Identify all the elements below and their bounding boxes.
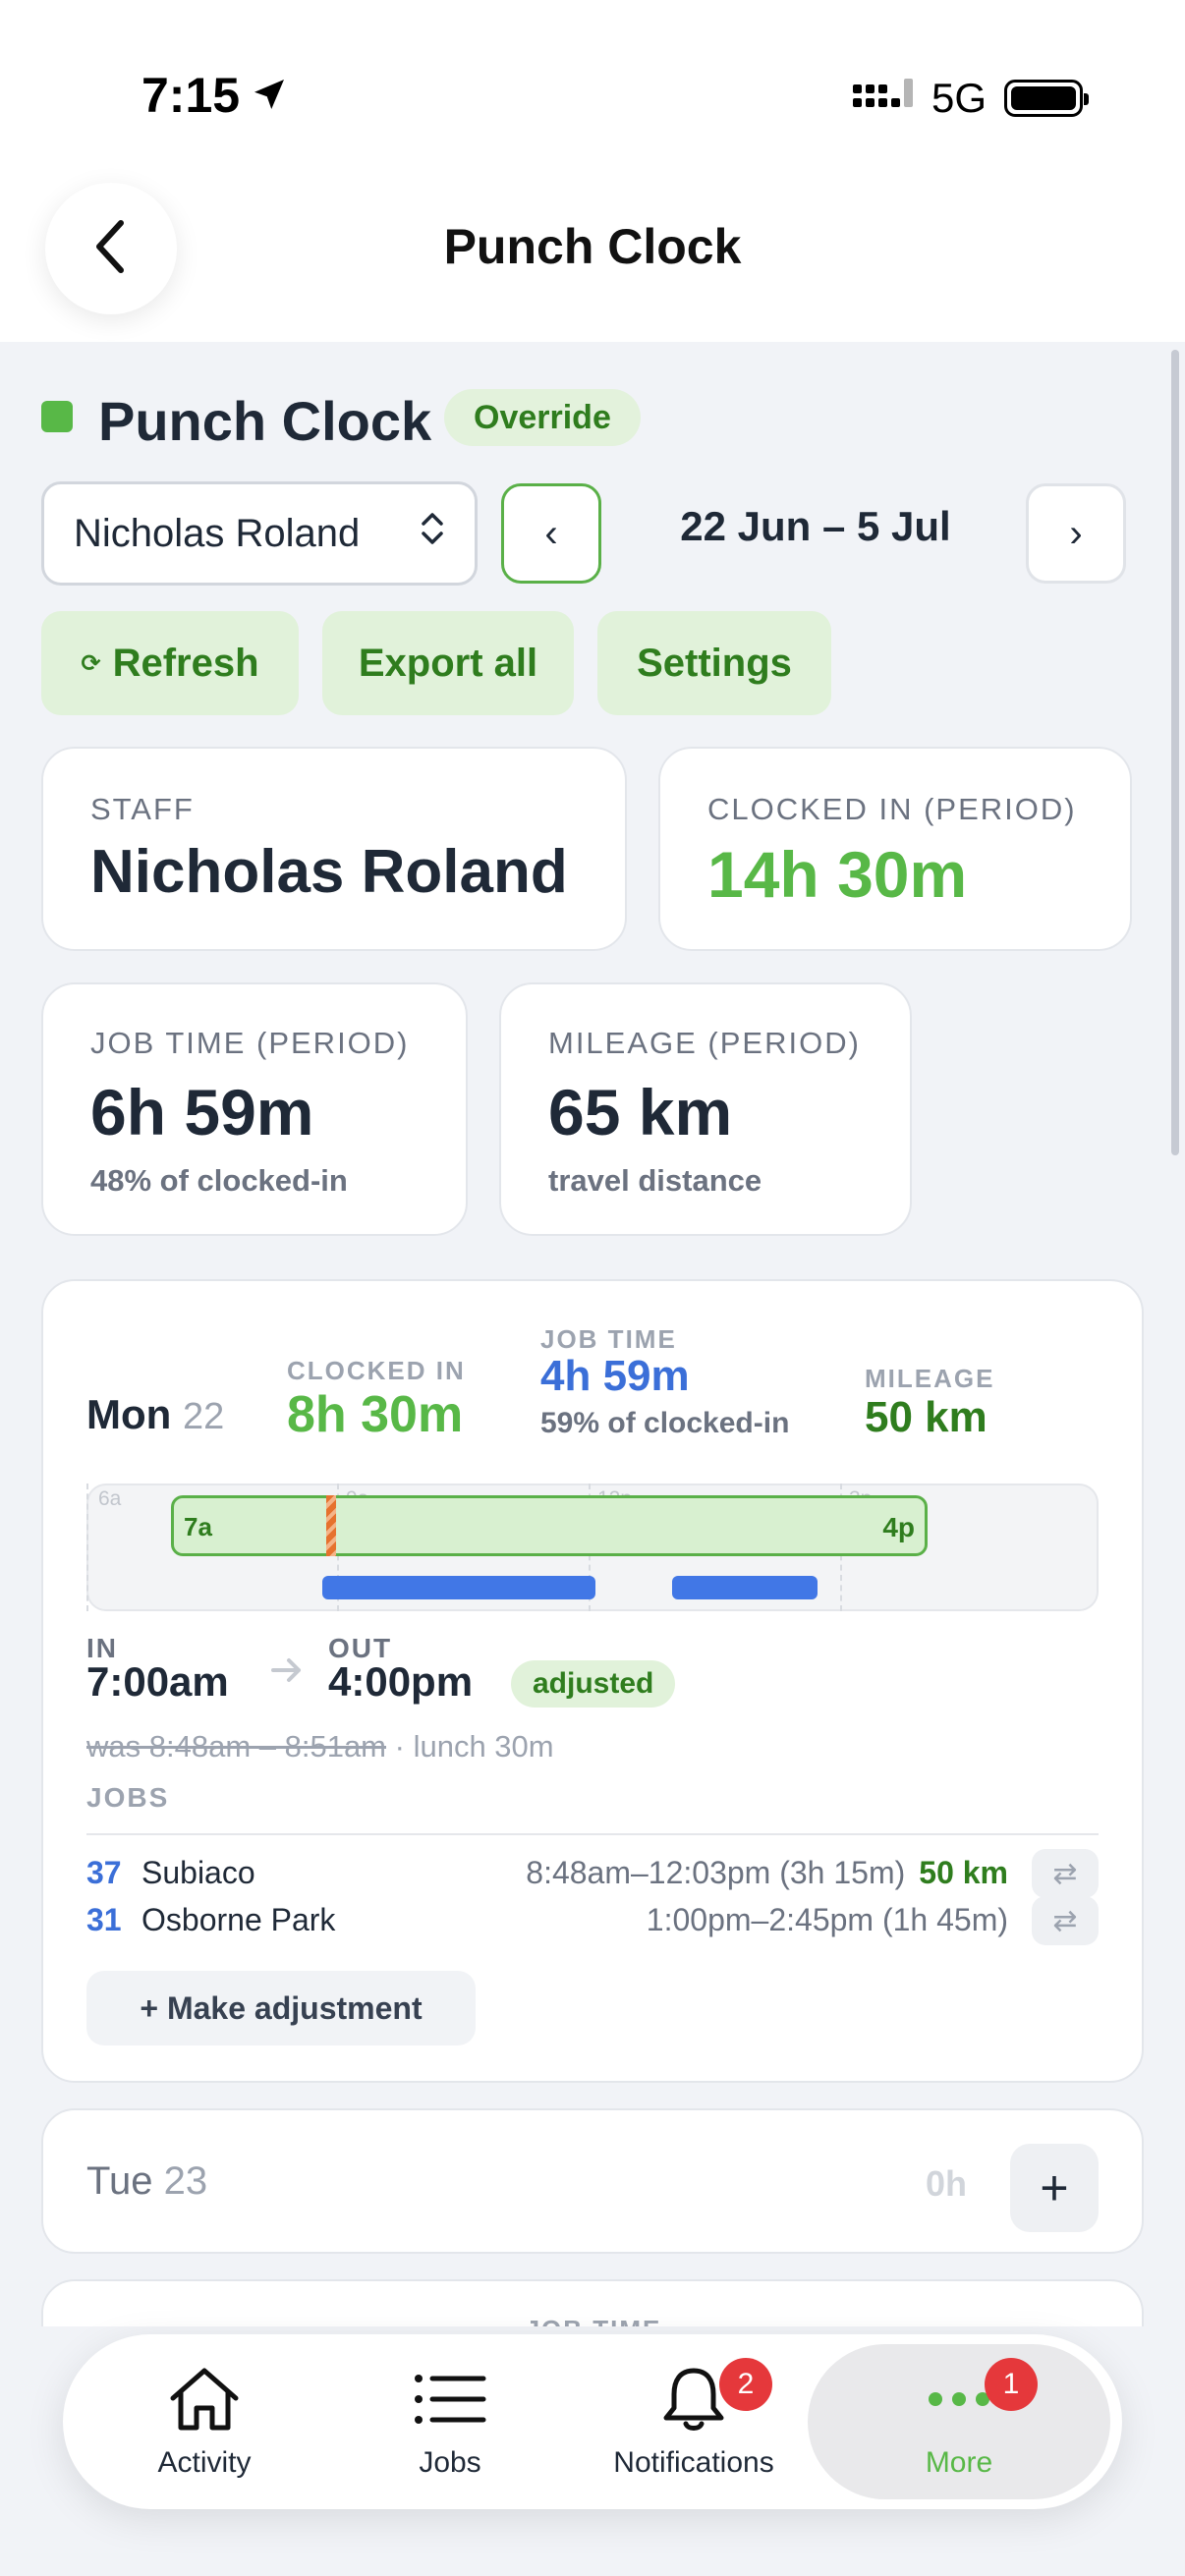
shift-end-label: 4p [882, 1512, 915, 1542]
timeline-job-bar[interactable] [322, 1576, 595, 1599]
arrow-right-icon [267, 1651, 307, 1695]
day-card-tue[interactable]: Tue 23 0h + [41, 2108, 1144, 2254]
job-time-card-value: 6h 59m [90, 1076, 314, 1148]
more-badge: 1 [985, 2358, 1038, 2411]
lunch-info: · lunch 30m [394, 1729, 554, 1764]
out-value: 4:00pm [328, 1658, 474, 1705]
page-title: Punch Clock [98, 390, 432, 452]
day-name: Tue 23 [86, 2159, 208, 2203]
tab-more[interactable]: More 1 [808, 2344, 1110, 2499]
job-row[interactable]: 31 Osborne Park 1:00pm–2:45pm (1h 45m) ⇄ [86, 1896, 1099, 1947]
signal-icon [852, 78, 914, 119]
job-time-card-label: JOB TIME (PERIOD) [90, 1026, 410, 1060]
timeline-job-bar[interactable] [672, 1576, 818, 1599]
tab-label: Jobs [419, 2445, 481, 2479]
tab-notifications[interactable]: Notifications 2 [572, 2344, 816, 2499]
status-indicator-square [41, 401, 73, 432]
tab-bar: Activity Jobs Notifications 2 More 1 [63, 2334, 1122, 2509]
prev-period-button[interactable]: ‹ [501, 483, 601, 584]
status-indicators: 5G [852, 75, 1089, 122]
refresh-button[interactable]: ⟳ Refresh [41, 611, 299, 715]
mileage-label: MILEAGE [865, 1364, 995, 1393]
day-number: 22 [182, 1396, 225, 1437]
make-adjustment-button[interactable]: + Make adjustment [86, 1971, 476, 2045]
export-all-button[interactable]: Export all [322, 611, 574, 715]
mileage-card-value: 65 km [548, 1076, 733, 1148]
next-period-button[interactable]: › [1026, 483, 1126, 584]
timeline-shift-bar[interactable]: 7a 4p [171, 1495, 928, 1556]
scrollbar[interactable] [1171, 350, 1179, 1155]
clocked-in-label: CLOCKED IN [287, 1356, 466, 1385]
clocked-in-value: 8h 30m [287, 1386, 464, 1443]
tab-activity[interactable]: Activity [83, 2344, 326, 2499]
network-label: 5G [931, 75, 987, 121]
staff-card: STAFF Nicholas Roland [41, 747, 627, 951]
clocked-in-card-label: CLOCKED IN (PERIOD) [707, 792, 1077, 826]
job-time-value: 4h 59m [540, 1352, 690, 1400]
updown-chevron-icon [420, 509, 445, 558]
settings-button[interactable]: Settings [597, 611, 831, 715]
tab-label: Activity [157, 2445, 252, 2479]
refresh-label: Refresh [112, 641, 259, 685]
staff-select-value: Nicholas Roland [74, 511, 361, 555]
location-arrow-icon [252, 67, 287, 124]
staff-card-label: STAFF [90, 792, 195, 826]
in-value: 7:00am [86, 1658, 229, 1705]
day-hours: 0h [925, 2163, 967, 2204]
shift-start-label: 7a [184, 1512, 212, 1541]
tab-label: Notifications [613, 2445, 774, 2479]
adjusted-badge: adjusted [511, 1660, 676, 1708]
notification-badge: 2 [719, 2358, 772, 2411]
override-badge: Override [444, 389, 641, 446]
swap-button[interactable]: ⇄ [1032, 1849, 1099, 1898]
job-time-range: 8:48am–12:03pm (3h 15m) 50 km [526, 1855, 1008, 1890]
swap-arrows-icon: ⇄ [1052, 1904, 1078, 1937]
job-number[interactable]: 37 [86, 1855, 122, 1891]
mileage-card-label: MILEAGE (PERIOD) [548, 1026, 861, 1060]
add-entry-button[interactable]: + [1010, 2144, 1099, 2232]
battery-icon [1004, 80, 1089, 117]
home-icon [165, 2365, 244, 2438]
job-time-card-sub: 48% of clocked-in [90, 1163, 348, 1198]
status-time: 7:15 [141, 67, 287, 124]
clocked-in-card: CLOCKED IN (PERIOD) 14h 30m [658, 747, 1132, 951]
jobs-label: JOBS [86, 1782, 170, 1813]
tab-label: More [925, 2445, 993, 2479]
mileage-card-sub: travel distance [548, 1163, 762, 1198]
job-time-card: JOB TIME (PERIOD) 6h 59m 48% of clocked-… [41, 982, 468, 1236]
day-number: 23 [163, 2159, 208, 2203]
swap-button[interactable]: ⇄ [1032, 1896, 1099, 1945]
job-number[interactable]: 31 [86, 1902, 122, 1938]
job-time-sub: 59% of clocked-in [540, 1407, 790, 1439]
original-times-struck: was 8:48am – 8:51am [86, 1729, 387, 1764]
job-row[interactable]: 37 Subiaco 8:48am–12:03pm (3h 15m) 50 km … [86, 1849, 1099, 1900]
job-place: Subiaco [141, 1855, 255, 1890]
date-range: 22 Jun – 5 Jul [680, 503, 951, 549]
job-time-label: JOB TIME [540, 1324, 677, 1354]
clocked-in-card-value: 14h 30m [707, 838, 968, 911]
tab-jobs[interactable]: Jobs [328, 2344, 572, 2499]
nav-title: Punch Clock [443, 219, 742, 274]
original-clock-in-marker [326, 1495, 336, 1556]
job-time-range: 1:00pm–2:45pm (1h 45m) [646, 1902, 1008, 1937]
staff-card-value: Nicholas Roland [90, 838, 568, 906]
job-mileage: 50 km [919, 1855, 1008, 1890]
list-icon [411, 2365, 489, 2438]
timeline-gridline [86, 1484, 88, 1611]
swap-arrows-icon: ⇄ [1052, 1857, 1078, 1890]
original-times: was 8:48am – 8:51am · lunch 30m [86, 1729, 554, 1764]
day-timeline: 6a 9a 12p 3p 7a 4p [86, 1484, 1099, 1611]
timeline-tick: 6a [98, 1487, 122, 1510]
staff-select[interactable]: Nicholas Roland [41, 481, 478, 586]
refresh-icon: ⟳ [81, 649, 101, 677]
jobs-divider [86, 1833, 1099, 1835]
job-place: Osborne Park [141, 1902, 336, 1937]
header [0, 0, 1185, 342]
day-card-mon: Mon 22 CLOCKED IN 8h 30m JOB TIME 4h 59m… [41, 1279, 1144, 2083]
mileage-card: MILEAGE (PERIOD) 65 km travel distance [499, 982, 912, 1236]
mileage-value: 50 km [865, 1393, 988, 1441]
day-name: Mon 22 [86, 1391, 225, 1437]
